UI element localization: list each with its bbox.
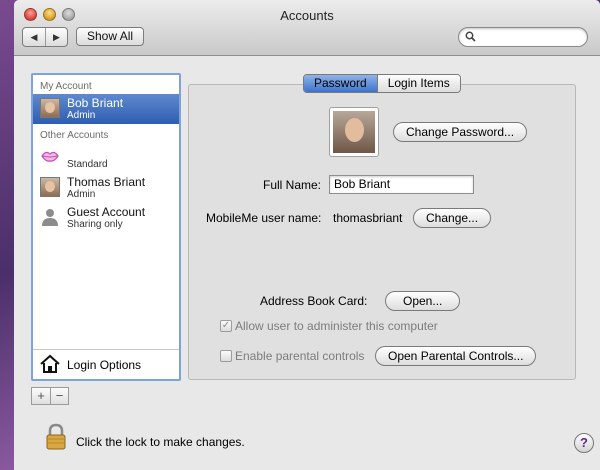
add-account-button[interactable]: + <box>32 388 50 404</box>
accounts-list[interactable]: My Account Bob Briant Admin Other Accoun… <box>31 73 181 381</box>
account-name: Guest Account <box>67 205 146 219</box>
address-book-open-button[interactable]: Open... <box>385 291 461 311</box>
login-options-item[interactable]: Login Options <box>33 349 179 379</box>
allow-admin-label: Allow user to administer this computer <box>235 319 438 333</box>
account-role: Sharing only <box>67 219 123 230</box>
account-guest[interactable]: Guest Account Sharing only <box>33 203 179 233</box>
mobileme-username: thomasbriant <box>333 211 403 225</box>
account-role: Admin <box>67 189 96 200</box>
back-button[interactable]: ◀ <box>23 28 45 46</box>
lips-icon <box>41 151 59 162</box>
chevron-right-icon: ▶ <box>53 31 60 42</box>
show-all-button[interactable]: Show All <box>76 27 145 46</box>
lock-icon[interactable] <box>45 423 67 451</box>
lock-message: Click the lock to make changes. <box>76 435 245 449</box>
add-remove-buttons: + − <box>31 387 69 405</box>
parental-controls-checkbox[interactable] <box>220 350 232 362</box>
account-thomas-briant[interactable]: Thomas Briant Admin <box>33 173 179 203</box>
my-account-header: My Account <box>40 81 92 92</box>
address-book-label: Address Book Card: <box>260 294 368 308</box>
remove-account-button[interactable]: − <box>50 388 68 404</box>
pane-tabs: Password Login Items <box>303 74 461 93</box>
allow-admin-checkbox[interactable]: ✓ <box>220 320 232 332</box>
open-parental-controls-button[interactable]: Open Parental Controls... <box>375 346 537 366</box>
help-button[interactable]: ? <box>574 433 594 453</box>
house-icon <box>40 354 60 373</box>
login-options-label: Login Options <box>67 358 142 372</box>
account-bob-briant[interactable]: Bob Briant Admin <box>33 94 179 124</box>
tab-login-items[interactable]: Login Items <box>376 75 460 92</box>
chevron-left-icon: ◀ <box>30 31 38 42</box>
tab-password[interactable]: Password <box>304 75 377 92</box>
account-name: Thomas Briant <box>67 175 146 189</box>
full-name-label: Full Name: <box>263 178 322 192</box>
user-photo <box>333 111 375 153</box>
title-bar: Accounts ◀ ▶ Show All <box>14 0 600 56</box>
parental-controls-label: Enable parental controls <box>235 349 365 363</box>
account-role: Admin <box>67 110 96 121</box>
accounts-window: Accounts ◀ ▶ Show All My Account Bob Bri… <box>14 0 600 470</box>
change-password-button[interactable]: Change Password... <box>393 122 528 142</box>
other-accounts-header: Other Accounts <box>40 130 109 141</box>
full-name-field[interactable]: Bob Briant <box>329 175 474 194</box>
avatar <box>40 177 60 197</box>
window-title: Accounts <box>280 8 334 23</box>
mobileme-change-button[interactable]: Change... <box>413 208 492 228</box>
account-name: Bob Briant <box>67 96 124 110</box>
account-role: Standard <box>67 159 108 170</box>
search-icon <box>465 31 476 42</box>
guest-user-icon <box>42 209 58 226</box>
forward-button[interactable]: ▶ <box>45 28 67 46</box>
nav-buttons: ◀ ▶ <box>22 27 68 47</box>
mobileme-label: MobileMe user name: <box>206 211 322 225</box>
search-input[interactable] <box>479 29 579 45</box>
account-standard[interactable]: Standard <box>33 143 179 173</box>
avatar <box>40 98 60 118</box>
search-field[interactable] <box>458 27 588 47</box>
user-picture[interactable] <box>329 107 379 157</box>
